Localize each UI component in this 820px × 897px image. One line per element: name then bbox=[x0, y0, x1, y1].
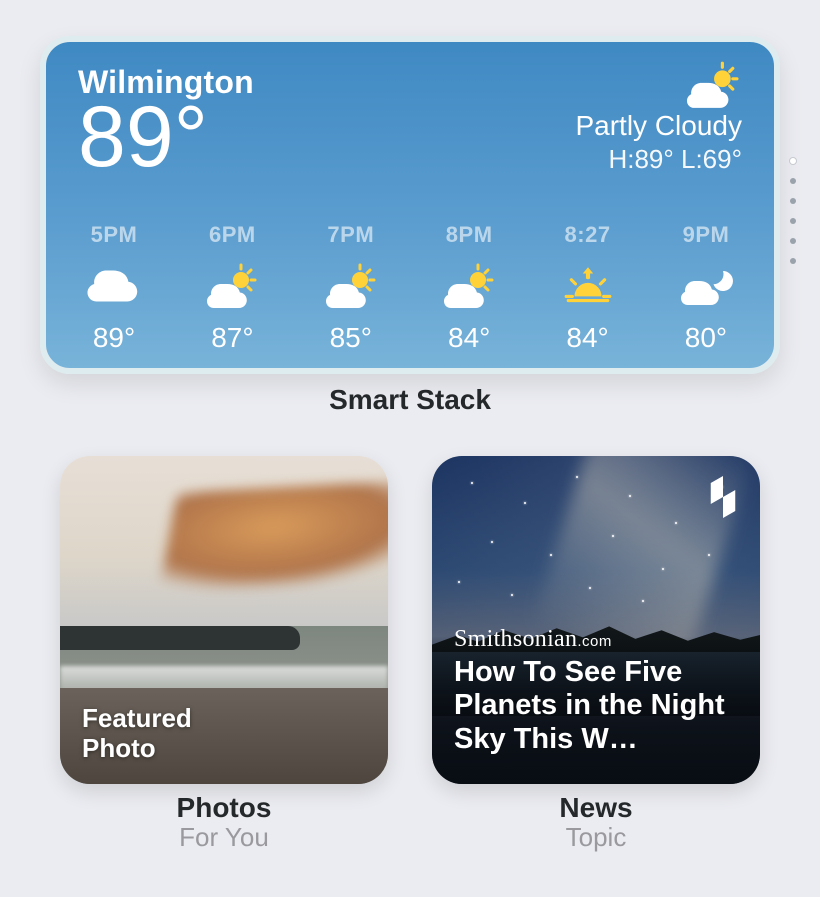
hour-temp: 89° bbox=[93, 322, 135, 354]
hour-time: 8:27 bbox=[565, 222, 611, 248]
cloud-moon-icon bbox=[677, 260, 735, 312]
hour-slot: 6PM 87° bbox=[176, 222, 288, 354]
hour-time: 5PM bbox=[91, 222, 138, 248]
news-sublabel: Topic bbox=[432, 822, 760, 853]
stack-page-indicator[interactable] bbox=[790, 158, 796, 264]
hour-temp: 84° bbox=[566, 322, 608, 354]
news-widget[interactable]: Smithsonian.com How To See Five Planets … bbox=[432, 456, 760, 784]
partly-sunny-icon bbox=[204, 260, 260, 312]
weather-widget[interactable]: Wilmington 89° Partly Cloudy H:89° L:69°… bbox=[40, 36, 780, 374]
weather-temperature: 89° bbox=[78, 97, 254, 179]
hour-temp: 84° bbox=[448, 322, 490, 354]
sunset-icon bbox=[562, 260, 614, 312]
cloud-icon bbox=[85, 260, 143, 312]
partly-sunny-icon bbox=[441, 260, 497, 312]
hour-slot: 9PM 80° bbox=[650, 222, 762, 354]
hour-temp: 87° bbox=[211, 322, 253, 354]
hour-slot: 8:27 84° bbox=[532, 222, 644, 354]
hour-temp: 85° bbox=[330, 322, 372, 354]
hour-slot: 5PM 89° bbox=[58, 222, 170, 354]
partly-sunny-icon bbox=[323, 260, 379, 312]
news-headline: How To See Five Planets in the Night Sky… bbox=[454, 656, 738, 756]
hour-slot: 7PM 85° bbox=[295, 222, 407, 354]
hourly-forecast: 5PM 89° 6PM 87° 7PM 85° 8PM 84° 8:27 bbox=[58, 222, 762, 354]
hour-slot: 8PM 84° bbox=[413, 222, 525, 354]
hour-time: 6PM bbox=[209, 222, 256, 248]
partly-cloudy-icon bbox=[680, 60, 746, 115]
news-label: News bbox=[432, 792, 760, 824]
photos-widget[interactable]: Featured Photo bbox=[60, 456, 388, 784]
hour-time: 7PM bbox=[327, 222, 374, 248]
hour-time: 9PM bbox=[683, 222, 730, 248]
hour-time: 8PM bbox=[446, 222, 493, 248]
news-source: Smithsonian.com bbox=[454, 626, 612, 653]
smart-stack-label: Smart Stack bbox=[40, 384, 780, 416]
photos-widget-title: Featured Photo bbox=[82, 704, 192, 764]
photos-sublabel: For You bbox=[60, 822, 388, 853]
hour-temp: 80° bbox=[685, 322, 727, 354]
photos-label: Photos bbox=[60, 792, 388, 824]
apple-news-icon bbox=[706, 476, 740, 523]
weather-highlow: H:89° L:69° bbox=[575, 144, 742, 175]
